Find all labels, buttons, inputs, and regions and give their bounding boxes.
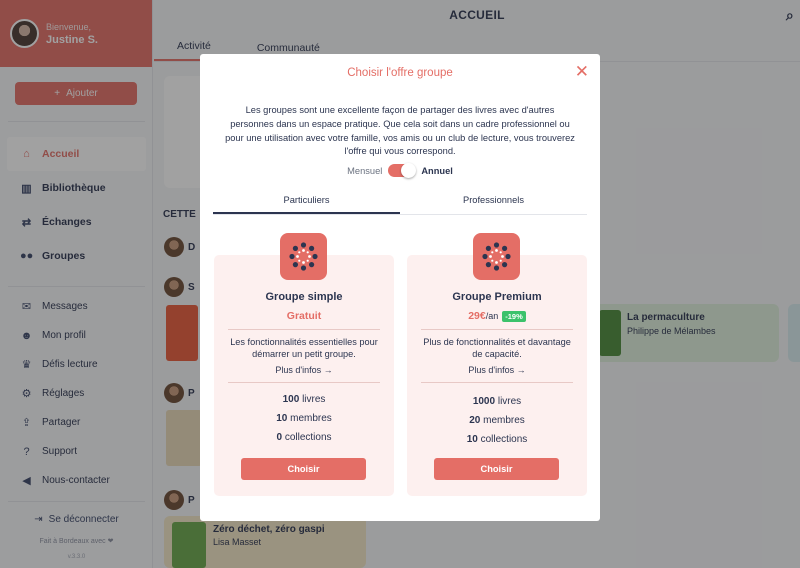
yearly-label[interactable]: Annuel [421,166,453,176]
plan-stat-collections: 0 collections [214,432,394,443]
discount-badge: -19% [502,310,526,322]
divider [421,329,573,330]
plan-price-value: Gratuit [286,310,322,322]
toggle-knob [401,163,417,178]
stat-label: collections [480,434,528,445]
group-logo-icon [280,233,327,280]
plan-card-premium: Groupe Premium 29€ /an -19% Plus de fonc… [407,233,587,496]
stat-label: membres [290,413,332,424]
modal-description: Les groupes sont une excellente façon de… [225,105,575,157]
plan-price: 29€ /an -19% [407,310,587,322]
plan-card-simple: Groupe simple Gratuit Les fonctionnalité… [214,233,394,496]
plan-name: Groupe Premium [452,291,542,303]
plan-name: Groupe simple [265,291,343,303]
plan-price-period: /an [485,311,499,321]
billing-toggle-row: Mensuel Annuel [200,163,600,178]
tab-particuliers[interactable]: Particuliers [213,192,400,214]
plan-description: Les fonctionnalités essentielles pour dé… [230,337,378,359]
divider [228,329,380,330]
divider [228,382,380,383]
stat-label: collections [284,432,332,443]
monthly-label[interactable]: Mensuel [347,166,382,176]
stat-value: 1000 [472,396,496,407]
group-offer-modal: Choisir l'offre groupe ✕ Les groupes son… [200,54,600,521]
stat-label: membres [483,415,525,426]
choose-premium-button[interactable]: Choisir [434,458,559,480]
stat-label: livres [302,394,326,405]
group-logo-icon [473,233,520,280]
plan-stat-books: 100 livres [214,394,394,405]
stat-value: 10 [466,434,478,445]
stat-label: livres [497,396,522,407]
plan-stat-members: 10 membres [214,413,394,424]
plan-stat-members: 20 membres [407,415,587,426]
modal-title: Choisir l'offre groupe [347,67,453,79]
audience-tabs: Particuliers Professionnels [213,192,587,215]
plan-price: Gratuit [214,310,394,322]
choose-simple-button[interactable]: Choisir [241,458,366,480]
plan-stat-collections: 10 collections [407,434,587,445]
plan-stat-books: 1000 livres [407,396,587,407]
divider [421,382,573,383]
stat-value: 100 [282,394,300,405]
more-info-link[interactable]: Plus d'infos → [407,365,587,375]
tab-professionnels[interactable]: Professionnels [400,192,587,214]
close-icon[interactable]: ✕ [575,63,589,80]
billing-toggle[interactable] [388,163,417,178]
more-info-link[interactable]: Plus d'infos → [214,365,394,375]
stat-value: 10 [276,413,288,424]
stat-value: 20 [469,415,481,426]
stat-value: 0 [276,432,283,443]
plan-description: Plus de fonctionnalités et davantage de … [423,337,571,359]
plan-price-value: 29€ [468,310,486,322]
